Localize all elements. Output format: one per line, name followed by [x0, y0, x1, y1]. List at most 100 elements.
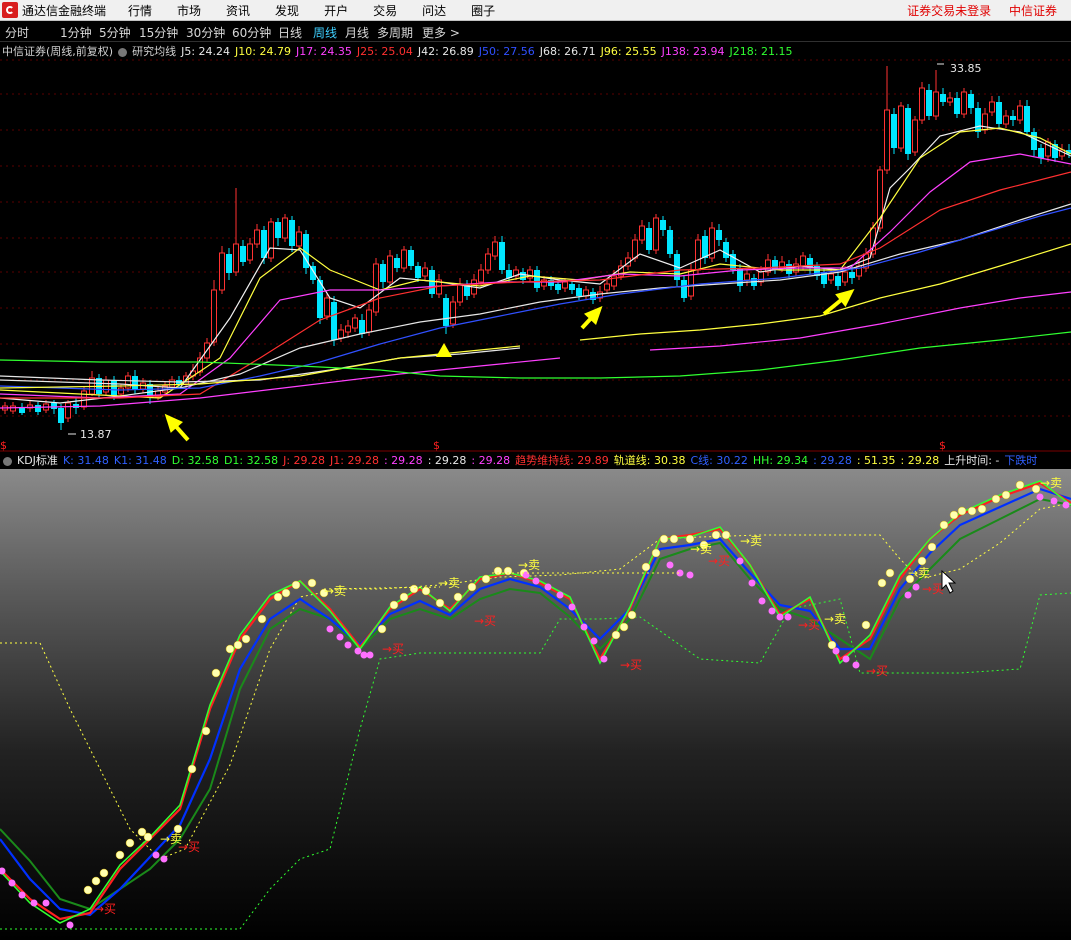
- period-tab-multi[interactable]: 多周期: [377, 24, 413, 41]
- broker-name-link[interactable]: 中信证券: [1009, 4, 1057, 18]
- period-tab-weekly[interactable]: 周线: [313, 24, 337, 41]
- menu-item-open-account[interactable]: 开户: [324, 2, 348, 19]
- candle-body: [975, 108, 981, 132]
- kdj-panel[interactable]: →卖 →卖 →卖 →卖 →卖 →卖 →卖 →卖 →卖 →买 →买 →买 →买 →买 →买 →买 →买 →买: [0, 469, 1071, 940]
- menu-item-news[interactable]: 资讯: [226, 2, 250, 19]
- kdj-up-dot: [211, 668, 221, 678]
- kdj-value: K: 31.48: [62, 454, 109, 467]
- kdj-up-dot: [611, 630, 621, 640]
- menu-item-trade[interactable]: 交易: [373, 2, 397, 19]
- kdj-up-dot: [281, 588, 291, 598]
- candle-body: [211, 289, 217, 343]
- candle-body: [359, 320, 365, 334]
- candle-body: [394, 258, 400, 268]
- period-tab-daily[interactable]: 日线: [278, 24, 302, 41]
- candle-body: [268, 221, 274, 259]
- menu-item-exchange[interactable]: 市场: [177, 2, 201, 19]
- kdj-down-dot: [852, 661, 860, 669]
- kdj-down-dot: [544, 583, 552, 591]
- price-chart[interactable]: 33.85 13.87 $ $ $: [0, 58, 1071, 452]
- candle-body: [485, 253, 491, 271]
- ma-value: J68: 26.71: [539, 45, 596, 58]
- candle-body: [324, 297, 330, 317]
- candle-body: [331, 302, 337, 340]
- ma-value: J96: 25.55: [600, 45, 657, 58]
- kdj-down-dot: [666, 561, 674, 569]
- kdj-menu-icon[interactable]: [3, 456, 12, 466]
- kdj-down-dot: [1036, 493, 1044, 501]
- kdj-down-dot: [336, 633, 344, 641]
- kdj-down-dot: [758, 597, 766, 605]
- menu-item-circle[interactable]: 圈子: [471, 2, 495, 19]
- candle-body: [996, 102, 1002, 124]
- candle-body: [1017, 105, 1023, 121]
- period-tab-monthly[interactable]: 月线: [345, 24, 369, 41]
- menu-item-ask[interactable]: 问达: [422, 2, 446, 19]
- sell-signal-label: →卖: [1040, 476, 1062, 490]
- kdj-down-dot: [784, 613, 792, 621]
- login-status-link[interactable]: 证券交易未登录: [907, 4, 991, 18]
- ma-value: J42: 26.89: [417, 45, 474, 58]
- menu-item-discover[interactable]: 发现: [275, 2, 299, 19]
- kdj-chart[interactable]: →卖→卖→卖→卖→卖→卖→卖→卖→卖→买→买→买→买→买→买→买→买→买: [0, 469, 1071, 940]
- candle-body: [58, 408, 64, 423]
- kdj-up-dot: [949, 510, 959, 520]
- period-tab-15min[interactable]: 15分钟: [139, 24, 178, 41]
- kdj-down-dot: [776, 613, 784, 621]
- candle-body: [240, 246, 246, 262]
- kdj-indicator-header: KDJ标准 K: 31.48 K1: 31.48 D: 32.58 D1: 32.58 J…: [0, 452, 1071, 469]
- menu-bar: 通达信金融终端 行情 市场 资讯 发现 开户 交易 问达 圈子 证券交易未登录 …: [0, 0, 1071, 21]
- candle-body: [492, 241, 498, 257]
- period-tab-60min[interactable]: 60分钟: [232, 24, 271, 41]
- menu-item-market[interactable]: 行情: [128, 2, 152, 19]
- buy-signal-label: →买: [474, 614, 496, 628]
- kdj-value: : 51.35: [856, 454, 896, 467]
- kdj-up-dot: [977, 504, 987, 514]
- candle-body: [457, 283, 463, 303]
- candle-body: [219, 252, 225, 291]
- dividend-marker: $: [433, 439, 440, 452]
- period-tab-intraday[interactable]: 分时: [5, 24, 29, 41]
- kdj-indicator-name[interactable]: KDJ标准: [17, 454, 58, 467]
- candle-body: [422, 267, 428, 277]
- app-title: 通达信金融终端: [22, 4, 107, 18]
- candle-body: [926, 90, 932, 116]
- period-tab-5min[interactable]: 5分钟: [99, 24, 131, 41]
- kdj-up-dot: [711, 530, 721, 540]
- kdj-up-dot: [885, 568, 895, 578]
- sell-signal-label: →卖: [438, 576, 460, 590]
- ma-indicator-name[interactable]: 研究均线: [132, 45, 176, 58]
- candle-body: [884, 109, 890, 171]
- kdj-down-dot: [366, 651, 374, 659]
- period-tab-30min[interactable]: 30分钟: [186, 24, 225, 41]
- kdj-down-dot: [600, 655, 608, 663]
- candle-body: [111, 380, 117, 396]
- candle-body: [562, 281, 568, 289]
- kdj-up-dot: [619, 622, 629, 632]
- kdj-value: C线: 30.22: [690, 454, 748, 467]
- kdj-down-dot: [912, 583, 920, 591]
- candle-body: [65, 402, 71, 419]
- kdj-value: J1: 29.28: [330, 454, 379, 467]
- kdj-up-dot: [91, 876, 101, 886]
- candle-body: [247, 243, 253, 261]
- candle-body: [499, 242, 505, 270]
- kdj-value: J: 29.28: [283, 454, 326, 467]
- period-tab-more[interactable]: 更多 >: [422, 24, 460, 41]
- period-tab-1min[interactable]: 1分钟: [60, 24, 92, 41]
- kdj-up-dot: [201, 726, 211, 736]
- buy-signal-label: →买: [922, 582, 944, 596]
- candle-body: [534, 270, 540, 288]
- candle-body: [905, 108, 911, 154]
- candle-body: [723, 242, 729, 258]
- kdj-down-dot: [590, 637, 598, 645]
- candle-body: [569, 284, 575, 290]
- kdj-up-dot: [651, 548, 661, 558]
- kdj-up-dot: [481, 574, 491, 584]
- candle-body: [898, 105, 904, 149]
- kdj-up-dot: [991, 494, 1001, 504]
- kdj-up-dot: [493, 566, 503, 576]
- sell-signal-label: →卖: [908, 566, 930, 580]
- kdj-down-dot: [160, 855, 168, 863]
- indicator-menu-icon[interactable]: [118, 47, 128, 57]
